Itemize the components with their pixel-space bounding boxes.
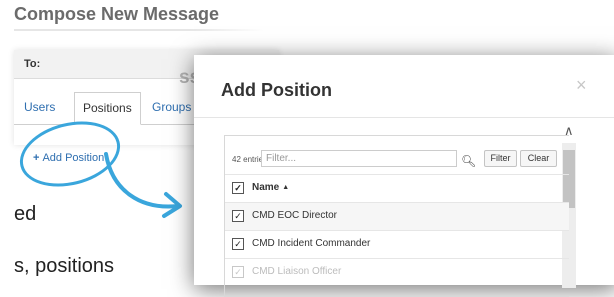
close-icon[interactable]: × xyxy=(576,75,587,96)
row-checkbox[interactable]: ✓ xyxy=(232,238,244,250)
name-header-label: Name xyxy=(252,182,280,193)
table-header-row: ✓ Name ▲ xyxy=(225,174,569,202)
row-checkbox[interactable]: ✓ xyxy=(232,266,244,278)
name-column-header[interactable]: Name ▲ xyxy=(252,182,289,193)
table-row[interactable]: ✓ CMD EOC Director xyxy=(225,202,569,230)
list-rows: ✓ Name ▲ ✓ CMD EOC Director ✓ CMD Inciden… xyxy=(225,174,569,286)
row-label: CMD Liaison Officer xyxy=(252,266,342,277)
row-label: CMD EOC Director xyxy=(252,210,338,221)
title-divider xyxy=(14,29,264,31)
filter-input[interactable] xyxy=(261,150,457,167)
tab-positions[interactable]: Positions xyxy=(74,92,141,125)
table-row[interactable]: ✓ CMD Incident Commander xyxy=(225,230,569,258)
add-position-modal: Add Position × ∧ 42 entries 🔍︎ Filter Cl… xyxy=(194,55,614,297)
tab-groups[interactable]: Groups xyxy=(152,100,191,114)
list-toolbar: 42 entries 🔍︎ Filter Clear xyxy=(225,136,569,176)
row-label: CMD Incident Commander xyxy=(252,238,371,249)
select-all-checkbox[interactable]: ✓ xyxy=(232,182,244,194)
filter-button[interactable]: Filter xyxy=(484,150,517,167)
tab-users[interactable]: Users xyxy=(24,100,55,114)
to-label: To: xyxy=(24,58,41,70)
page-title: Compose New Message xyxy=(14,4,220,24)
sort-asc-icon: ▲ xyxy=(282,184,290,191)
background-text-line-1: ed xyxy=(14,203,37,225)
annotation-arrow-icon xyxy=(104,152,182,218)
position-list: 42 entries 🔍︎ Filter Clear ✓ Name▲ ✓ CMD… xyxy=(224,135,569,297)
clear-button[interactable]: Clear xyxy=(520,150,557,167)
modal-divider xyxy=(194,117,614,118)
modal-title: Add Position xyxy=(221,80,332,100)
search-icon[interactable]: 🔍︎ xyxy=(461,154,476,168)
table-row[interactable]: ✓ CMD Liaison Officer xyxy=(225,258,569,286)
row-checkbox[interactable]: ✓ xyxy=(232,210,244,222)
